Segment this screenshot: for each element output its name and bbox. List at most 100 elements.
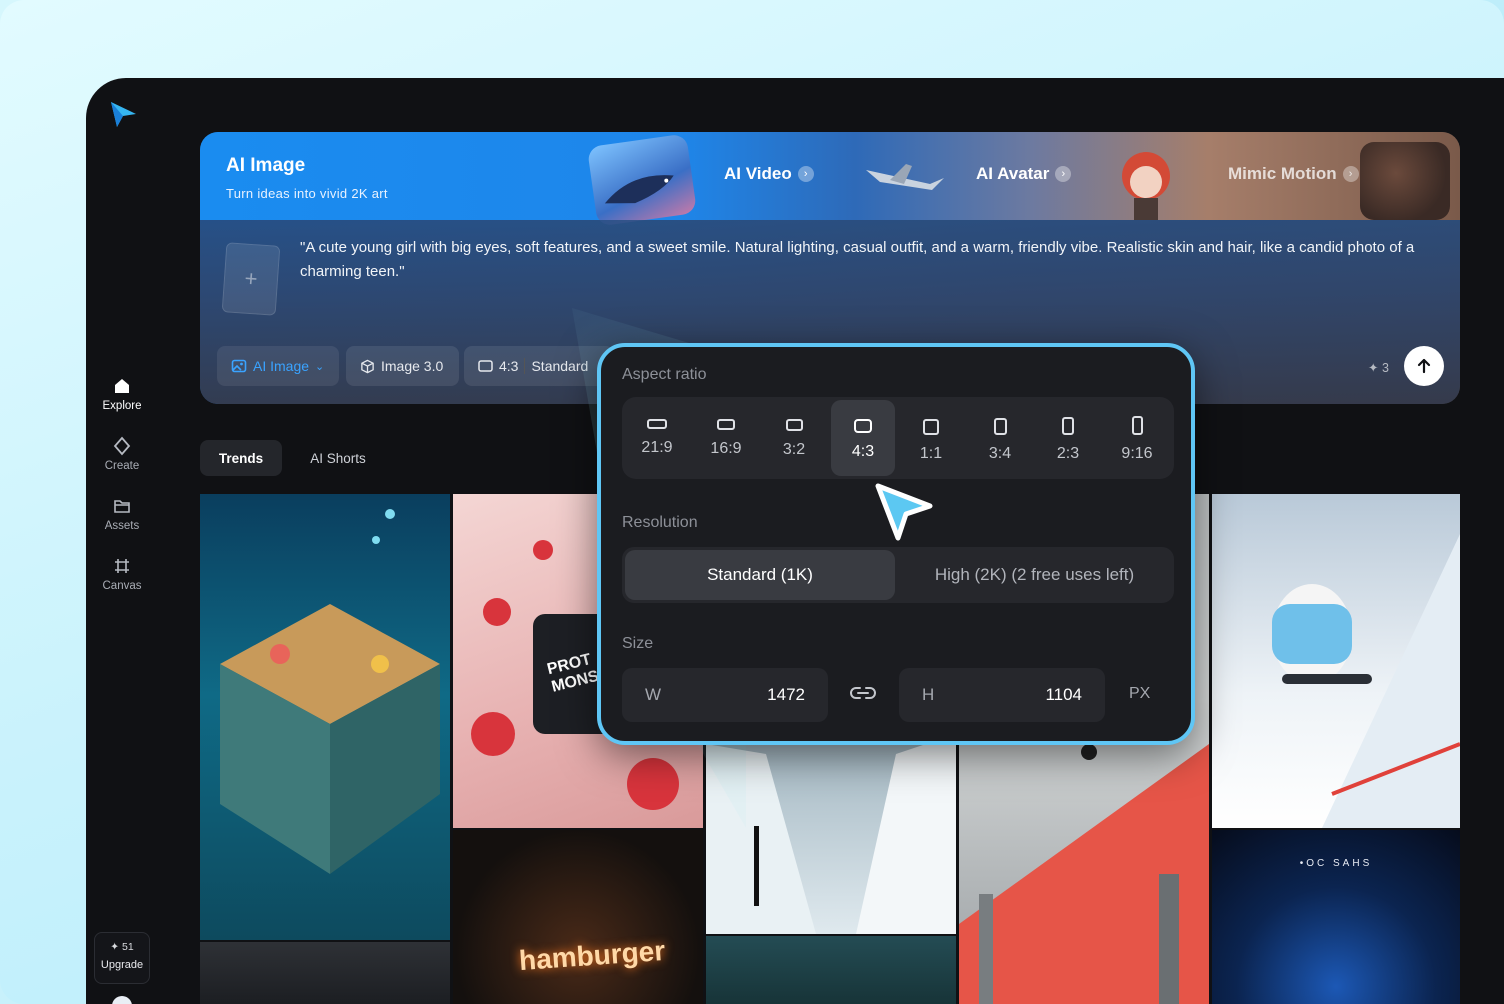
upgrade-button[interactable]: ✦ 51 Upgrade xyxy=(94,932,150,984)
folder-icon xyxy=(114,500,130,513)
credit-cost: ✦ 3 xyxy=(1368,361,1389,375)
width-value[interactable]: 1472 xyxy=(767,685,805,705)
ratio-label: 4:3 xyxy=(499,358,519,374)
gallery-item-polar-bear[interactable] xyxy=(1212,494,1460,828)
ratio-label: 21:9 xyxy=(641,439,673,456)
home-icon xyxy=(115,379,129,393)
sidebar-item-label: Explore xyxy=(102,400,142,412)
resolution-standard-option[interactable]: Standard (1K) xyxy=(625,550,895,600)
sidebar-item-label: Create xyxy=(104,460,140,472)
ratio-label: 1:1 xyxy=(919,445,943,462)
poster-title: •OC SAHS xyxy=(1299,858,1373,869)
ratio-icon xyxy=(478,360,493,372)
gallery-item-teal-room[interactable] xyxy=(706,936,956,1004)
send-button[interactable] xyxy=(1404,346,1444,386)
aspect-ratio-label: Aspect ratio xyxy=(622,366,707,383)
mode-select[interactable]: AI Image ⌄ xyxy=(217,346,339,386)
ratio-3-4-icon xyxy=(993,418,1007,435)
ratio-option-3-2[interactable]: 3:2 xyxy=(762,400,826,476)
image-icon xyxy=(231,359,247,373)
ratio-label: 16:9 xyxy=(710,440,742,457)
ratio-option-3-4[interactable]: 3:4 xyxy=(968,400,1032,476)
ratio-label: 3:2 xyxy=(782,441,806,458)
aspect-ratio-options: 21:9 16:9 3:2 4:3 1:1 3:4 2:3 9:16 xyxy=(622,397,1174,479)
tab-ai-video[interactable]: AI Video › xyxy=(724,164,814,184)
dancer-thumbnail xyxy=(1360,142,1450,220)
link-icon[interactable] xyxy=(850,684,876,702)
sidebar-item-label: Canvas xyxy=(102,580,142,592)
tab-mimic-motion[interactable]: Mimic Motion › xyxy=(1228,164,1359,184)
cube-icon xyxy=(361,359,374,373)
tab-trends[interactable]: Trends xyxy=(200,440,282,476)
tab-ai-image-subtitle: Turn ideas into vivid 2K art xyxy=(226,186,388,201)
prompt-input[interactable]: "A cute young girl with big eyes, soft f… xyxy=(300,236,1446,284)
size-label: Size xyxy=(622,635,654,652)
ratio-option-4-3[interactable]: 4:3 xyxy=(831,400,895,476)
sidebar-item-explore[interactable]: Explore xyxy=(86,376,158,412)
whale-icon xyxy=(604,175,674,204)
ratio-1-1-icon xyxy=(923,419,939,435)
ratio-21-9-icon xyxy=(647,419,667,429)
ratio-2-3-icon xyxy=(1062,417,1074,435)
resolution-label: Resolution xyxy=(622,514,698,531)
gallery-item-underwater-isometric[interactable] xyxy=(200,494,450,940)
resolution-high-option[interactable]: High (2K) (2 free uses left) xyxy=(898,550,1171,600)
sidebar-item-assets[interactable]: Assets xyxy=(86,496,158,532)
width-label: W xyxy=(645,685,662,704)
gallery-item-space-poster[interactable]: •OC SAHS xyxy=(1212,830,1460,1004)
upgrade-label: Upgrade xyxy=(100,959,144,971)
mode-label: AI Image xyxy=(253,358,310,374)
ratio-4-3-icon xyxy=(854,419,872,433)
height-label: H xyxy=(922,685,935,704)
feature-tabs: AI Image Turn ideas into vivid 2K art AI… xyxy=(200,132,1460,227)
ratio-option-16-9[interactable]: 16:9 xyxy=(694,400,758,476)
model-label: Image 3.0 xyxy=(381,358,444,374)
height-value[interactable]: 1104 xyxy=(1045,685,1082,705)
diamond-icon xyxy=(113,436,131,456)
ai-avatar-thumbnail xyxy=(860,140,948,212)
ratio-label: 3:4 xyxy=(988,445,1012,462)
chevron-down-icon: ⌄ xyxy=(315,360,325,373)
model-select[interactable]: Image 3.0 xyxy=(346,346,459,386)
ratio-label: 9:16 xyxy=(1121,445,1153,462)
gallery-item-hamburger[interactable]: hamburger xyxy=(453,830,703,1004)
chevron-right-icon: › xyxy=(797,166,814,182)
height-field[interactable]: H 1104 xyxy=(899,668,1105,722)
gallery-item-machine[interactable] xyxy=(200,942,450,1004)
mimic-motion-thumbnail xyxy=(1106,136,1206,220)
ratio-option-1-1[interactable]: 1:1 xyxy=(899,400,963,476)
girl-avatar-icon xyxy=(1122,152,1170,220)
quality-label: Standard xyxy=(531,358,589,374)
chevron-right-icon: › xyxy=(1342,166,1359,182)
ratio-option-9-16[interactable]: 9:16 xyxy=(1105,400,1169,476)
tab-ai-shorts[interactable]: AI Shorts xyxy=(294,440,382,476)
tab-label: AI Video xyxy=(724,164,792,183)
ratio-label: 2:3 xyxy=(1056,445,1080,462)
width-field[interactable]: W 1472 xyxy=(622,668,828,722)
divider xyxy=(524,358,526,374)
ratio-9-16-icon xyxy=(1131,416,1143,435)
ratio-option-21-9[interactable]: 21:9 xyxy=(625,400,689,476)
frame-grid-icon xyxy=(115,559,129,573)
ai-video-thumbnail xyxy=(586,133,698,227)
unit-label: PX xyxy=(1129,685,1151,702)
logo-icon[interactable] xyxy=(108,100,138,130)
arrow-up-icon xyxy=(1417,358,1431,374)
tab-label: Mimic Motion xyxy=(1228,164,1337,183)
sidebar-item-canvas[interactable]: Canvas xyxy=(86,556,158,592)
tab-label: AI Avatar xyxy=(976,164,1050,183)
avatar[interactable] xyxy=(112,996,132,1004)
tab-ai-avatar[interactable]: AI Avatar › xyxy=(976,164,1072,184)
sidebar-item-create[interactable]: Create xyxy=(86,436,158,472)
snowboard-bear-icon xyxy=(1272,534,1460,828)
ratio-3-2-icon xyxy=(785,419,803,431)
upload-reference-button[interactable]: + xyxy=(221,242,281,316)
tab-ai-image-title[interactable]: AI Image xyxy=(226,155,305,177)
sidebar-item-label: Assets xyxy=(104,520,140,532)
chevron-right-icon: › xyxy=(1055,166,1072,182)
ratio-option-2-3[interactable]: 2:3 xyxy=(1036,400,1100,476)
ratio-16-9-icon xyxy=(717,419,735,430)
neon-caption: hamburger xyxy=(518,934,667,977)
plus-icon: + xyxy=(243,265,259,292)
app-window: Explore Create Assets Canvas ✦ 51 Upgrad… xyxy=(86,78,1504,1004)
